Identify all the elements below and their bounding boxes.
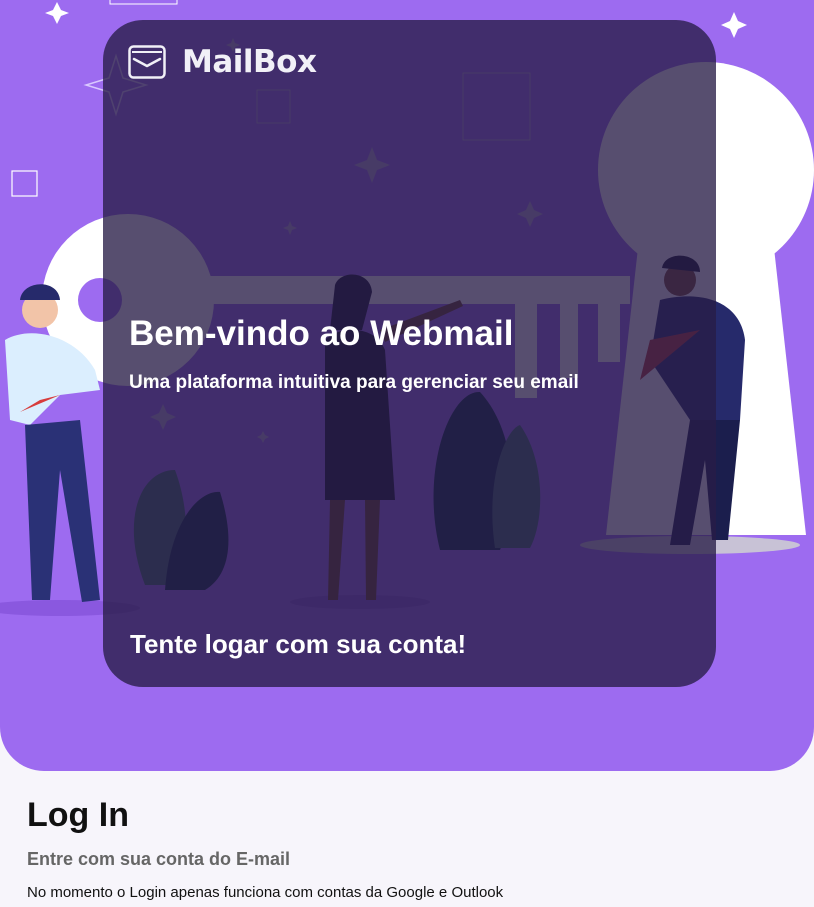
brand-logo: MailBox (128, 44, 317, 80)
hero-title: Bem-vindo ao Webmail (129, 314, 514, 353)
sparkle-icon (45, 2, 69, 24)
sparkle-icon (721, 12, 747, 38)
hero-banner: MailBox Bem-vindo ao Webmail Uma platafo… (0, 0, 814, 771)
login-title: Log In (27, 796, 129, 834)
hero-subtitle: Uma plataforma intuitiva para gerenciar … (129, 372, 579, 393)
login-section: Log In Entre com sua conta do E-mail No … (27, 796, 503, 901)
brand-name: MailBox (182, 44, 317, 80)
mail-envelope-icon (128, 45, 166, 79)
login-subtitle: Entre com sua conta do E-mail (27, 849, 291, 869)
login-note: No momento o Login apenas funciona com c… (27, 884, 504, 901)
hero-cta-text: Tente logar com sua conta! (130, 629, 467, 659)
